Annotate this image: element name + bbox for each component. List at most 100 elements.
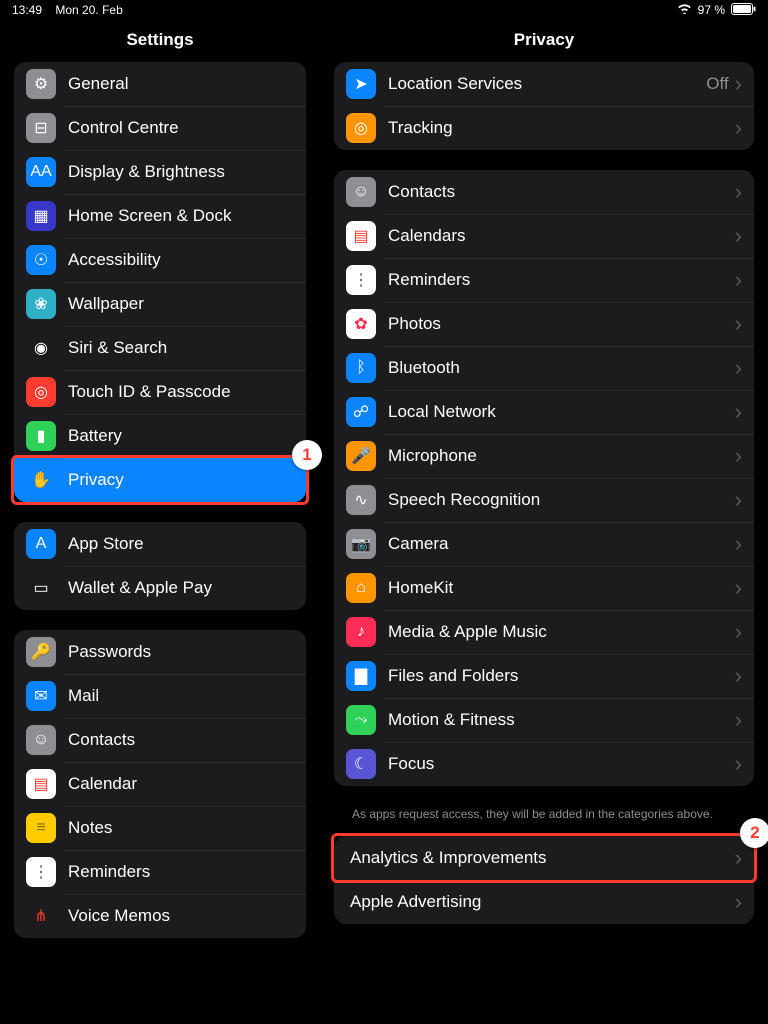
detail-scroll[interactable]: ➤Location ServicesOff›◎Tracking›☺Contact… bbox=[320, 62, 768, 964]
row-label: Home Screen & Dock bbox=[68, 206, 294, 226]
privacy-icon: ✋ bbox=[26, 465, 56, 495]
chevron-right-icon: › bbox=[735, 533, 742, 555]
row-label: Analytics & Improvements bbox=[350, 848, 735, 868]
row-label: Privacy bbox=[68, 470, 294, 490]
wifi-icon bbox=[677, 3, 692, 17]
sidebar-item-touchid[interactable]: ◎Touch ID & Passcode bbox=[14, 370, 306, 414]
voice-memos-icon: ⋔ bbox=[26, 901, 56, 931]
detail-row-reminders[interactable]: ⋮Reminders› bbox=[334, 258, 754, 302]
detail-row-tracking[interactable]: ◎Tracking› bbox=[334, 106, 754, 150]
accessibility-icon: ☉ bbox=[26, 245, 56, 275]
sidebar-item-notes[interactable]: ≡ Notes bbox=[14, 806, 306, 850]
contacts-s-icon: ☺ bbox=[26, 725, 56, 755]
sidebar-item-voice-memos[interactable]: ⋔ Voice Memos bbox=[14, 894, 306, 938]
sidebar-item-app-store[interactable]: AApp Store bbox=[14, 522, 306, 566]
reminders-s-icon: ⋮ bbox=[26, 857, 56, 887]
row-label: Battery bbox=[68, 426, 294, 446]
row-label: Wallpaper bbox=[68, 294, 294, 314]
passwords-icon: 🔑 bbox=[26, 637, 56, 667]
camera-icon: 📷 bbox=[346, 529, 376, 559]
detail-row-contacts[interactable]: ☺Contacts› bbox=[334, 170, 754, 214]
row-label: Focus bbox=[388, 754, 735, 774]
row-label: Mail bbox=[68, 686, 294, 706]
row-label: Contacts bbox=[388, 182, 735, 202]
chevron-right-icon: › bbox=[735, 891, 742, 913]
sidebar-item-battery[interactable]: ▮ Battery bbox=[14, 414, 306, 458]
sidebar-item-wallet[interactable]: ▭Wallet & Apple Pay bbox=[14, 566, 306, 610]
microphone-icon: 🎤 bbox=[346, 441, 376, 471]
wallet-icon: ▭ bbox=[26, 573, 56, 603]
reminders-icon: ⋮ bbox=[346, 265, 376, 295]
row-label: Apple Advertising bbox=[350, 892, 735, 912]
detail-row-focus[interactable]: ☾ Focus› bbox=[334, 742, 754, 786]
chevron-right-icon: › bbox=[735, 621, 742, 643]
row-label: Photos bbox=[388, 314, 735, 334]
battery-icon: ▮ bbox=[26, 421, 56, 451]
row-label: Accessibility bbox=[68, 250, 294, 270]
homekit-icon: ⌂ bbox=[346, 573, 376, 603]
sidebar-item-calendar-s[interactable]: ▤Calendar bbox=[14, 762, 306, 806]
detail-row-media[interactable]: ♪ Media & Apple Music› bbox=[334, 610, 754, 654]
row-label: General bbox=[68, 74, 294, 94]
sidebar-item-wallpaper[interactable]: ❀Wallpaper bbox=[14, 282, 306, 326]
sidebar-item-general[interactable]: ⚙General bbox=[14, 62, 306, 106]
row-label: Speech Recognition bbox=[388, 490, 735, 510]
sidebar-item-privacy[interactable]: ✋ Privacy bbox=[14, 458, 306, 502]
sidebar-item-contacts-s[interactable]: ☺ Contacts bbox=[14, 718, 306, 762]
row-label: Camera bbox=[388, 534, 735, 554]
sidebar-item-control-centre[interactable]: ⊟Control Centre bbox=[14, 106, 306, 150]
detail-row-camera[interactable]: 📷 Camera› bbox=[334, 522, 754, 566]
row-label: Contacts bbox=[68, 730, 294, 750]
row-label: Voice Memos bbox=[68, 906, 294, 926]
detail-row-homekit[interactable]: ⌂HomeKit› bbox=[334, 566, 754, 610]
home-screen-icon: ▦ bbox=[26, 201, 56, 231]
row-label: Local Network bbox=[388, 402, 735, 422]
row-label: Media & Apple Music bbox=[388, 622, 735, 642]
chevron-right-icon: › bbox=[735, 445, 742, 467]
mail-icon: ✉ bbox=[26, 681, 56, 711]
focus-icon: ☾ bbox=[346, 749, 376, 779]
settings-group: ☺Contacts›▤Calendars›⋮Reminders›✿Photos›… bbox=[334, 170, 754, 786]
sidebar-item-display[interactable]: AADisplay & Brightness bbox=[14, 150, 306, 194]
sidebar-item-reminders-s[interactable]: ⋮ Reminders bbox=[14, 850, 306, 894]
detail-row-calendars[interactable]: ▤Calendars› bbox=[334, 214, 754, 258]
sidebar-scroll[interactable]: ⚙General⊟Control CentreAADisplay & Brigh… bbox=[0, 62, 320, 978]
detail-row-files[interactable]: ▇Files and Folders› bbox=[334, 654, 754, 698]
chevron-right-icon: › bbox=[735, 401, 742, 423]
row-label: Display & Brightness bbox=[68, 162, 294, 182]
settings-group: AApp Store▭Wallet & Apple Pay bbox=[14, 522, 306, 610]
status-time: 13:49 bbox=[12, 3, 42, 17]
motion-icon: ⤳ bbox=[346, 705, 376, 735]
chevron-right-icon: › bbox=[735, 753, 742, 775]
detail-row-analytics[interactable]: Analytics & Improvements› bbox=[334, 836, 754, 880]
control-centre-icon: ⊟ bbox=[26, 113, 56, 143]
calendar-s-icon: ▤ bbox=[26, 769, 56, 799]
detail-row-bluetooth[interactable]: ᛒBluetooth› bbox=[334, 346, 754, 390]
settings-group: Analytics & Improvements›Apple Advertisi… bbox=[334, 836, 754, 924]
row-value: Off bbox=[706, 74, 728, 94]
notes-icon: ≡ bbox=[26, 813, 56, 843]
row-label: Reminders bbox=[68, 862, 294, 882]
detail-title: Privacy bbox=[320, 20, 768, 62]
media-icon: ♪ bbox=[346, 617, 376, 647]
status-battery-pct: 97 % bbox=[698, 3, 725, 17]
localnet-icon: ☍ bbox=[346, 397, 376, 427]
sidebar-item-accessibility[interactable]: ☉ Accessibility bbox=[14, 238, 306, 282]
detail-row-microphone[interactable]: 🎤Microphone› bbox=[334, 434, 754, 478]
row-label: Tracking bbox=[388, 118, 735, 138]
detail-row-photos[interactable]: ✿Photos› bbox=[334, 302, 754, 346]
sidebar-item-passwords[interactable]: 🔑Passwords bbox=[14, 630, 306, 674]
sidebar-item-siri[interactable]: ◉Siri & Search bbox=[14, 326, 306, 370]
row-label: Notes bbox=[68, 818, 294, 838]
detail-row-motion[interactable]: ⤳Motion & Fitness› bbox=[334, 698, 754, 742]
detail-row-speech[interactable]: ∿Speech Recognition› bbox=[334, 478, 754, 522]
sidebar-item-home-screen[interactable]: ▦ Home Screen & Dock bbox=[14, 194, 306, 238]
chevron-right-icon: › bbox=[735, 709, 742, 731]
detail-row-advertising[interactable]: Apple Advertising› bbox=[334, 880, 754, 924]
tracking-icon: ◎ bbox=[346, 113, 376, 143]
row-label: Touch ID & Passcode bbox=[68, 382, 294, 402]
detail-row-location[interactable]: ➤Location ServicesOff› bbox=[334, 62, 754, 106]
chevron-right-icon: › bbox=[735, 225, 742, 247]
detail-row-localnet[interactable]: ☍ Local Network› bbox=[334, 390, 754, 434]
sidebar-item-mail[interactable]: ✉ Mail bbox=[14, 674, 306, 718]
